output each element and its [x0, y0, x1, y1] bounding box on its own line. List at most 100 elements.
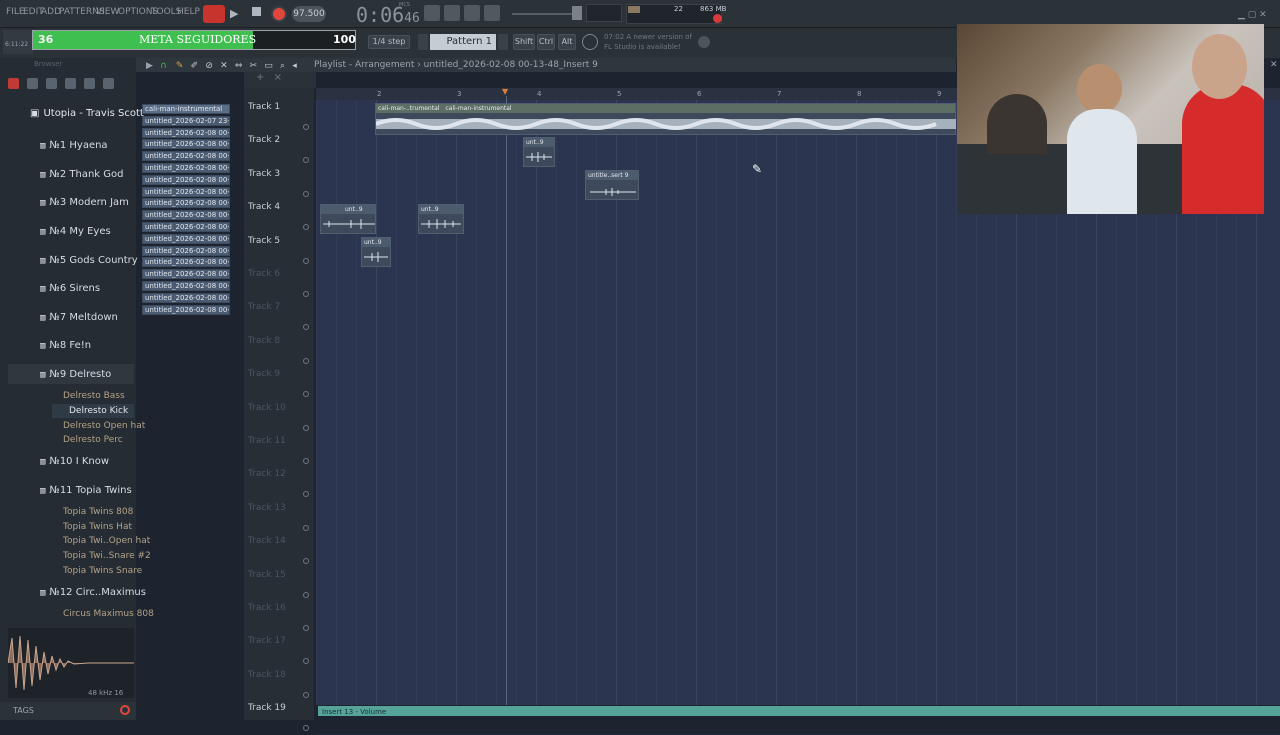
slip-icon[interactable]: ⇔: [235, 61, 243, 71]
picker-item[interactable]: untitled_2026-02-08 00-0...: [142, 198, 230, 209]
browser-sub-item[interactable]: Delresto Open hat: [63, 421, 145, 431]
countdown-icon[interactable]: [444, 5, 460, 21]
track-name[interactable]: Track 15: [248, 570, 286, 580]
browser-item-5[interactable]: ▥ №5 Gods Country: [40, 255, 138, 266]
slice-icon[interactable]: ✂: [250, 61, 258, 71]
tags-label[interactable]: TAGS: [13, 706, 34, 715]
pattern-add-button[interactable]: [498, 34, 508, 50]
ctrl-button[interactable]: Ctrl: [537, 34, 555, 50]
track-mute-led[interactable]: [303, 725, 309, 732]
picker-item[interactable]: untitled_2026-02-08 00-0...: [142, 163, 230, 173]
track-name[interactable]: Track 16: [248, 603, 286, 613]
menu-help[interactable]: HELP: [177, 7, 200, 17]
track-name[interactable]: Track 12: [248, 469, 286, 479]
track-name[interactable]: Track 13: [248, 503, 286, 513]
browser-item-2[interactable]: ▥ №2 Thank God: [40, 169, 123, 180]
zoom-icon[interactable]: ⌕: [280, 61, 285, 71]
picker-item[interactable]: untitled_2026-02-08 00-13...: [142, 304, 230, 315]
picker-item[interactable]: cali-man-instrumental: [142, 104, 230, 114]
track-mute-led[interactable]: [303, 357, 309, 364]
mute-icon[interactable]: ✕: [220, 61, 228, 71]
close-icon[interactable]: ✕: [1270, 60, 1278, 70]
browser-sub-item[interactable]: Topia Twins Hat: [63, 522, 132, 532]
browser-all-icon[interactable]: [8, 78, 19, 89]
track-name[interactable]: Track 8: [248, 336, 280, 346]
browser-sub-item[interactable]: Delresto Perc: [63, 435, 123, 445]
picker-item[interactable]: untitled_2026-02-08 00-0...: [142, 257, 230, 268]
picker-item[interactable]: untitled_2026-02-08 00-12...: [142, 292, 230, 303]
track-name[interactable]: Track 7: [248, 302, 280, 312]
track-name[interactable]: Track 2: [248, 135, 280, 145]
panic-icon[interactable]: [713, 14, 722, 23]
speaker-icon[interactable]: ◂: [292, 61, 297, 71]
track-mute-led[interactable]: [303, 591, 309, 598]
browser-item-8[interactable]: ▥ №8 Fe!n: [40, 340, 91, 351]
picker-item[interactable]: untitled_2026-02-08 00-0...: [142, 127, 230, 138]
track-name[interactable]: Track 6: [248, 269, 280, 279]
pattern-selector[interactable]: Pattern 1: [430, 34, 496, 50]
browser-item-10[interactable]: ▥ №10 I Know: [40, 456, 109, 467]
browser-sub-item-selected[interactable]: Delresto Kick: [69, 406, 128, 416]
picker-item[interactable]: untitled_2026-02-08 00-0...: [142, 222, 230, 232]
picker-item[interactable]: untitled_2026-02-08 00-0...: [142, 233, 230, 244]
audio-clip-track4a[interactable]: unt..9: [320, 204, 376, 234]
browser-sub-item[interactable]: Topia Twi..Snare #2: [63, 551, 151, 561]
track-mute-led[interactable]: [303, 691, 309, 698]
track-mute-led[interactable]: [303, 190, 309, 197]
shift-button[interactable]: Shift: [513, 34, 535, 50]
browser-sub-item[interactable]: Topia Twins Snare: [63, 566, 142, 576]
automation-clip[interactable]: Insert 13 - Volume: [318, 706, 1280, 716]
playhead-marker[interactable]: ▼: [502, 88, 510, 96]
typing-keyboard-icon[interactable]: [424, 5, 440, 21]
track-name[interactable]: Track 11: [248, 436, 286, 446]
select-icon[interactable]: ▭: [264, 61, 273, 71]
browser-item-9[interactable]: ▥ №9 Delresto: [40, 369, 111, 380]
browser-sub-item[interactable]: Circus Maximus 808: [63, 609, 154, 619]
pattern-prev-arrow[interactable]: [418, 34, 428, 50]
record-button[interactable]: [271, 6, 287, 22]
alt-button[interactable]: Alt: [558, 34, 576, 50]
pencil-icon[interactable]: ✎: [176, 61, 184, 71]
track-mute-led[interactable]: [303, 424, 309, 431]
stop-button[interactable]: [252, 7, 261, 16]
picker-item[interactable]: untitled_2026-02-08 00-0...: [142, 139, 230, 150]
arrow-icon[interactable]: ▶: [146, 61, 153, 71]
picker-item[interactable]: untitled_2026-02-08 00-0...: [142, 174, 230, 185]
audio-clip-track2[interactable]: unt..9: [523, 137, 555, 167]
track-mute-led[interactable]: [303, 625, 309, 631]
plus-icon[interactable]: +: [256, 72, 264, 83]
pattern-song-toggle[interactable]: [203, 5, 225, 23]
browser-item-11[interactable]: ▥ №11 Topia Twins: [40, 485, 132, 496]
audio-clip-track4b[interactable]: unt..9: [418, 204, 464, 234]
picker-item[interactable]: untitled_2026-02-08 00-0...: [142, 269, 230, 280]
window-controls[interactable]: ▁ ▢ ✕: [1238, 10, 1276, 20]
snap-step-select[interactable]: 1/4 step: [368, 35, 410, 49]
track-name[interactable]: Track 14: [248, 536, 286, 546]
browser-sub-item[interactable]: Delresto Bass: [63, 391, 125, 401]
picker-item[interactable]: untitled_2026-02-08 00-0...: [142, 210, 230, 221]
track-mute-led[interactable]: [303, 124, 309, 130]
browser-plugins-icon[interactable]: [46, 78, 57, 89]
browser-root[interactable]: ▣ Utopia - Travis Scott: [30, 108, 144, 119]
track-name[interactable]: Track 5: [248, 236, 280, 246]
browser-cloud-icon[interactable]: [84, 78, 95, 89]
track-mute-led[interactable]: [303, 257, 309, 264]
master-pitch-slider[interactable]: [512, 13, 572, 15]
track-name[interactable]: Track 17: [248, 636, 286, 646]
track-name[interactable]: Track 4: [248, 202, 280, 212]
loop-record-icon[interactable]: [464, 5, 480, 21]
tempo-display[interactable]: 97.500: [292, 6, 326, 22]
audio-clip-track5[interactable]: unt..9: [361, 237, 391, 267]
picker-item[interactable]: untitled_2026-02-08 00-0...: [142, 245, 230, 256]
track-name[interactable]: Track 1: [248, 102, 280, 112]
audio-clip-track3[interactable]: untitle..sert 9: [585, 170, 639, 200]
delete-icon[interactable]: ⊘: [205, 61, 213, 71]
play-button[interactable]: ▶: [230, 7, 238, 20]
x-icon[interactable]: ×: [274, 72, 282, 83]
update-icon[interactable]: [698, 36, 710, 48]
browser-item-4[interactable]: ▥ №4 My Eyes: [40, 226, 111, 237]
track-name[interactable]: Track 10: [248, 403, 286, 413]
browser-star-icon[interactable]: [103, 78, 114, 89]
browser-item-12[interactable]: ▥ №12 Circ..Maximus: [40, 587, 146, 598]
audio-clip-instrumental[interactable]: cali-man-..trumental cali-man-instrument…: [375, 103, 956, 135]
